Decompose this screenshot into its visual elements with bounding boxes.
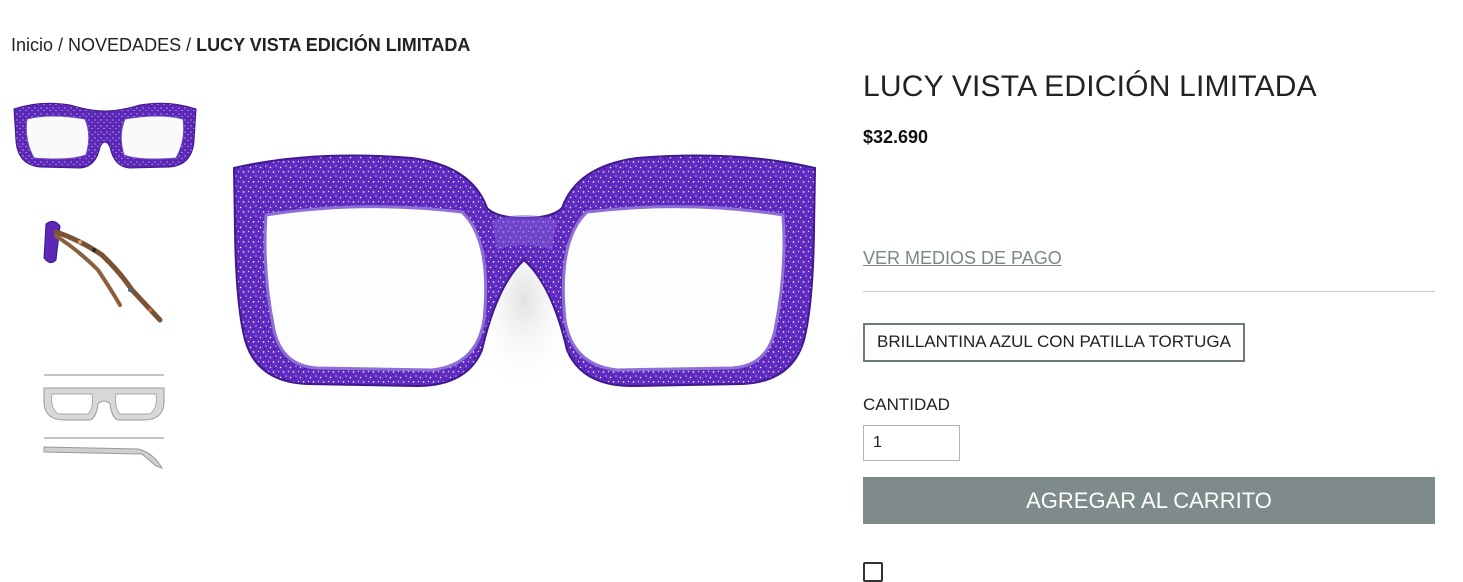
glasses-dimensions-diagram <box>43 374 165 469</box>
product-info: LUCY VISTA EDICIÓN LIMITADA $32.690 VER … <box>863 70 1435 582</box>
thumbnail-side-view[interactable] <box>10 210 200 325</box>
breadcrumb: Inicio / NOVEDADES / LUCY VISTA EDICIÓN LIMI… <box>11 35 470 56</box>
product-title: LUCY VISTA EDICIÓN LIMITADA <box>863 70 1317 103</box>
breadcrumb-current: LUCY VISTA EDICIÓN LIMITADA <box>196 35 471 55</box>
breadcrumb-home-link[interactable]: Inicio <box>11 35 53 55</box>
thumbnail-front-view[interactable] <box>10 95 200 185</box>
breadcrumb-separator: / <box>58 35 64 55</box>
main-product-image[interactable] <box>222 140 827 410</box>
quantity-input[interactable] <box>863 425 960 461</box>
divider <box>863 291 1435 292</box>
variant-option-button[interactable]: BRILLANTINA AZUL CON PATILLA TORTUGA <box>863 323 1245 362</box>
product-price: $32.690 <box>863 127 929 147</box>
add-to-cart-button[interactable]: AGREGAR AL CARRITO <box>863 477 1435 524</box>
breadcrumb-separator: / <box>186 35 192 55</box>
glasses-front-thumbnail-image <box>13 102 197 169</box>
glasses-side-thumbnail-image <box>43 220 163 323</box>
quantity-label: CANTIDAD <box>863 395 950 414</box>
glasses-front-image <box>232 154 817 395</box>
breadcrumb-category-link[interactable]: NOVEDADES <box>68 35 181 55</box>
payment-methods-link[interactable]: VER MEDIOS DE PAGO <box>863 248 1062 269</box>
thumbnail-dimensions-diagram[interactable] <box>10 370 200 485</box>
checkbox[interactable] <box>863 562 883 582</box>
